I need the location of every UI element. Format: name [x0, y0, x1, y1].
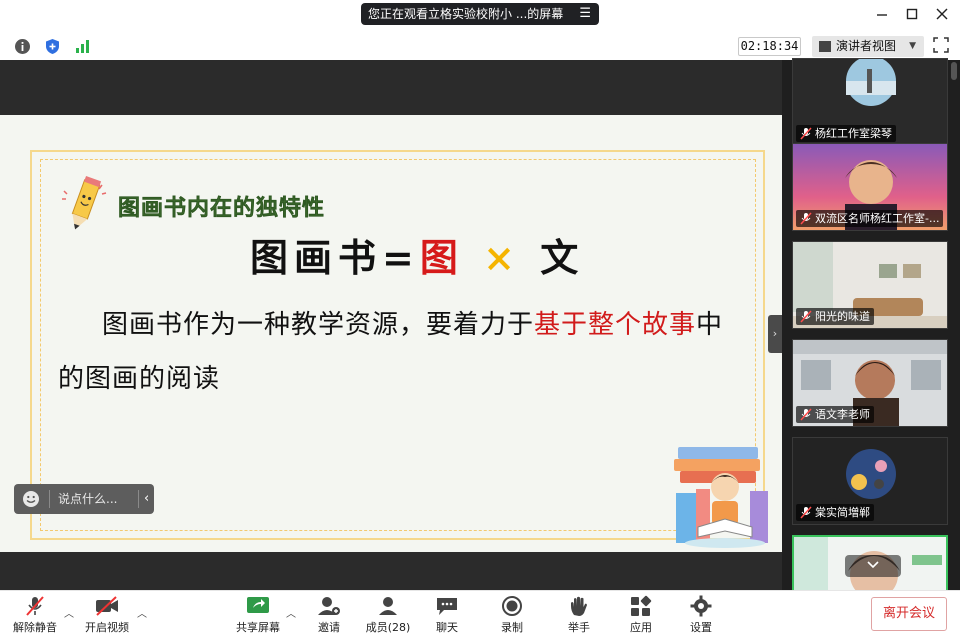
- muted-mic-icon: [800, 310, 812, 323]
- body-highlight: 基于整个故: [534, 310, 670, 340]
- apps-label: 应用: [630, 621, 652, 634]
- video-off-icon: [96, 596, 118, 616]
- participant-name: 杨红工作室梁琴: [815, 127, 892, 140]
- muted-mic-icon: [800, 212, 812, 225]
- reading-child-illustration: [674, 447, 768, 548]
- record-icon: [502, 596, 522, 616]
- title-bar: 您正在观看立格实验校附小 ...的屏幕 ☰: [0, 0, 960, 32]
- raise-hand-icon: [571, 596, 587, 616]
- participant-name-label: 棠实简増郸: [796, 504, 874, 521]
- share-screen-label: 共享屏幕: [236, 621, 280, 634]
- participant-name: 双流区名师杨红工作室-...: [815, 212, 940, 225]
- close-icon[interactable]: [930, 4, 954, 28]
- sidebar-scrollbar[interactable]: [951, 62, 957, 80]
- maximize-icon[interactable]: [900, 4, 924, 28]
- gear-icon: [690, 595, 712, 617]
- participant-name-label: 双流区名师杨红工作室-...: [796, 210, 944, 227]
- sharing-notice[interactable]: 您正在观看立格实验校附小 ...的屏幕 ☰: [361, 3, 599, 25]
- apps-grid-icon: [631, 595, 652, 616]
- chevron-up-icon[interactable]: ︿: [286, 605, 296, 620]
- chevron-up-icon[interactable]: ︿: [137, 605, 147, 620]
- chat-button[interactable]: 聊天: [417, 595, 477, 635]
- add-user-icon: [318, 597, 340, 615]
- formula-text-term: 文: [540, 235, 585, 280]
- expand-gallery-button[interactable]: [845, 555, 901, 577]
- divider: [49, 490, 50, 508]
- body-highlight-cont: 事: [669, 310, 697, 340]
- muted-mic-icon: [800, 127, 812, 140]
- share-screen-button[interactable]: 共享屏幕: [228, 595, 288, 635]
- participant-tile[interactable]: 棠实简増郸: [792, 437, 948, 525]
- apps-button[interactable]: 应用: [611, 595, 671, 635]
- settings-button[interactable]: 设置: [671, 595, 731, 635]
- formula-term: 图画书: [250, 235, 383, 280]
- chevron-down-icon: [867, 561, 879, 569]
- meeting-timer: 02:18:34: [738, 37, 801, 56]
- participant-tile[interactable]: 语文李老师: [792, 339, 948, 427]
- view-mode-label: 演讲者视图: [836, 39, 897, 53]
- slide-heading: 图画书内在的独特性: [118, 196, 326, 222]
- chat-input-placeholder[interactable]: 说点什么...: [58, 484, 117, 514]
- minimize-icon[interactable]: [870, 4, 894, 28]
- chat-label: 聊天: [436, 621, 458, 634]
- start-video-label: 开启视频: [85, 621, 129, 634]
- muted-mic-icon: [26, 596, 44, 616]
- slide-formula: 图画书=图 × 文: [250, 227, 584, 282]
- record-button[interactable]: 录制: [482, 595, 542, 635]
- participant-tile[interactable]: 阳光的味道: [792, 241, 948, 329]
- participant-name: 阳光的味道: [815, 310, 870, 323]
- info-bar: 02:18:34 演讲者视图 ▼: [0, 32, 960, 60]
- meeting-toolbar: 解除静音 ︿ 开启视频 ︿ 共享屏幕 ︿ 邀请 成员(28) 聊天 录制 举手 …: [0, 590, 960, 640]
- members-icon: [379, 597, 397, 615]
- invite-label: 邀请: [318, 621, 340, 634]
- leave-meeting-button[interactable]: 离开会议: [871, 597, 947, 631]
- view-mode-button[interactable]: 演讲者视图 ▼: [812, 36, 924, 57]
- participant-name: 棠实简増郸: [815, 506, 870, 519]
- muted-mic-icon: [800, 506, 812, 519]
- signal-icon[interactable]: [74, 38, 91, 55]
- muted-mic-icon: [800, 408, 812, 421]
- invite-button[interactable]: 邀请: [299, 595, 359, 635]
- participant-name-label: 杨红工作室梁琴: [796, 125, 896, 142]
- chat-input-box[interactable]: 说点什么... ‹: [14, 484, 154, 514]
- start-video-button[interactable]: 开启视频: [77, 595, 137, 635]
- participant-sidebar: 杨红工作室梁琴 双流区名师杨红工作室-... 阳光的味道 语文李老师 棠实简増郸: [782, 58, 960, 595]
- raise-hand-button[interactable]: 举手: [549, 595, 609, 635]
- record-label: 录制: [501, 621, 523, 634]
- shared-screen-stage: 图画书内在的独特性 图画书=图 × 文 图画书作为一种教学资源，要着力于基于整个…: [0, 60, 782, 590]
- unmute-button[interactable]: 解除静音: [5, 595, 65, 635]
- chevron-down-icon: ▼: [909, 41, 916, 51]
- members-label: 成员(28): [365, 621, 411, 634]
- formula-equals: =: [382, 235, 420, 280]
- raise-hand-label: 举手: [568, 621, 590, 634]
- unmute-label: 解除静音: [13, 621, 57, 634]
- settings-label: 设置: [690, 621, 712, 634]
- participant-tile[interactable]: 杨红工作室梁琴: [792, 58, 948, 146]
- sharing-notice-text: 您正在观看立格实验校附小 ...的屏幕: [368, 7, 564, 21]
- chevron-left-icon[interactable]: ‹: [144, 484, 149, 514]
- formula-times: ×: [483, 235, 521, 280]
- collapse-sidebar-button[interactable]: ›: [768, 315, 782, 353]
- fullscreen-icon[interactable]: [933, 37, 949, 53]
- chat-bubble-icon: [437, 598, 457, 615]
- participant-tile[interactable]: 双流区名师杨红工作室-...: [792, 143, 948, 231]
- divider: [138, 490, 139, 508]
- share-screen-icon: [247, 597, 269, 613]
- members-button[interactable]: 成员(28): [358, 595, 418, 635]
- body-text-part: 图画书作为一种教学资源，要着力于: [102, 310, 535, 340]
- emoji-icon[interactable]: [22, 490, 40, 508]
- participant-name-label: 语文李老师: [796, 406, 874, 423]
- participant-name-label: 阳光的味道: [796, 308, 874, 325]
- pencil-mascot-icon: [62, 175, 107, 230]
- chevron-up-icon[interactable]: ︿: [64, 605, 74, 620]
- slide-body-text: 图画书作为一种教学资源，要着力于基于整个故事中的图画的阅读: [58, 298, 738, 406]
- participant-name: 语文李老师: [815, 408, 870, 421]
- shield-icon[interactable]: [44, 38, 61, 55]
- info-icon[interactable]: [14, 38, 31, 55]
- layout-icon: [819, 41, 831, 52]
- menu-icon[interactable]: ☰: [579, 3, 591, 25]
- formula-image-term: 图: [419, 235, 464, 280]
